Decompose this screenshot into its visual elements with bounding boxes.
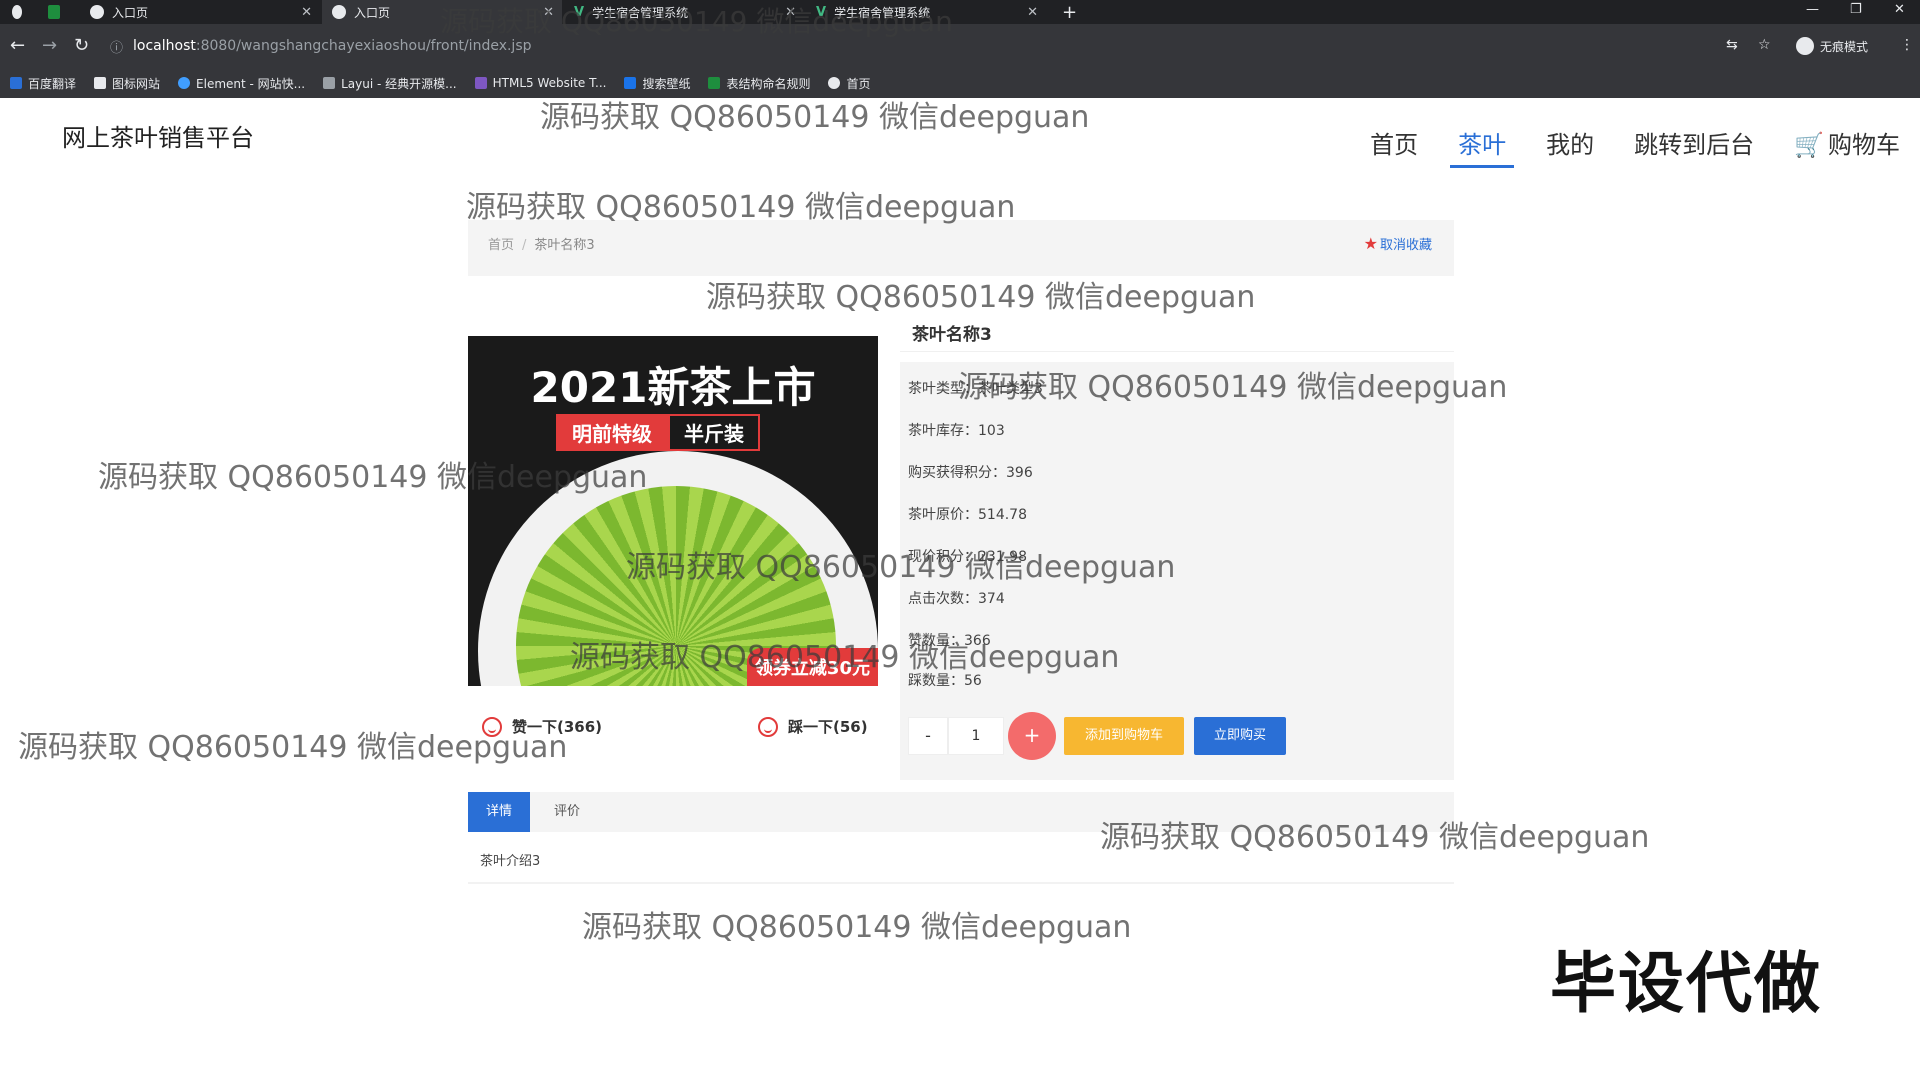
product-name: 茶叶名称3 xyxy=(912,325,992,345)
watermark-text: 源码获取 QQ86050149 微信deepguan xyxy=(958,370,1508,405)
forward-icon[interactable]: → xyxy=(42,35,57,56)
wallpaper-icon xyxy=(624,77,637,89)
bookmark-item[interactable]: HTML5 Website T... xyxy=(474,76,606,90)
watermark-text: 源码获取 QQ86050149 微信deepguan xyxy=(706,280,1256,315)
incognito-icon xyxy=(1796,37,1814,55)
quantity-input[interactable]: 1 xyxy=(948,717,1004,755)
decrease-button[interactable]: - xyxy=(908,717,948,755)
watermark-text: 源码获取 QQ86050149 微信deepguan xyxy=(540,100,1090,135)
field-price: 茶叶原价：514.78 xyxy=(908,507,1027,523)
close-tab-icon[interactable]: ✕ xyxy=(301,5,312,20)
breadcrumb-bar: 首页 / 茶叶名称3 ★ 取消收藏 xyxy=(468,220,1454,276)
smile-icon xyxy=(758,716,778,737)
watermark-text: 源码获取 QQ86050149 微信deepguan xyxy=(440,5,953,38)
watermark-text: 源码获取 QQ86050149 微信deepguan xyxy=(18,730,568,765)
detail-text: 茶叶介绍3 xyxy=(480,854,541,869)
close-tab-icon[interactable]: ✕ xyxy=(1027,5,1038,20)
breadcrumb-current: 茶叶名称3 xyxy=(534,238,595,253)
star-icon: ★ xyxy=(1363,234,1378,253)
field-points: 购买获得积分：396 xyxy=(908,465,1033,481)
globe-icon xyxy=(90,5,104,19)
info-icon: ⓘ xyxy=(110,40,124,56)
globe-icon xyxy=(828,77,841,89)
overlay-caption: 毕设代做 xyxy=(1550,945,1822,1022)
browser-tabbar: 入口页 ✕ 入口页 ✕ V 学生宿舍管理系统 ✕ V 学生宿舍管理系统 ✕ + … xyxy=(0,0,1920,24)
nav-mine[interactable]: 我的 xyxy=(1546,125,1594,166)
image-headline: 2021新茶上市 xyxy=(530,363,816,412)
flag-icon xyxy=(94,77,107,89)
main-nav: 首页 茶叶 我的 跳转到后台 🛒 购物车 xyxy=(1370,125,1900,168)
watermark-text: 源码获取 QQ86050149 微信deepguan xyxy=(570,640,1120,675)
sheets-tab-icon[interactable] xyxy=(38,0,68,24)
bookmark-item[interactable]: 图标网站 xyxy=(94,75,160,92)
bookmark-item[interactable]: Layui - 经典开源模... xyxy=(323,75,457,92)
globe-icon xyxy=(332,5,346,19)
add-to-cart-button[interactable]: 添加到购物车 xyxy=(1064,717,1184,755)
tab-detail[interactable]: 详情 xyxy=(468,792,531,832)
bookmark-item[interactable]: 搜索壁纸 xyxy=(624,75,690,92)
product-name-box: 茶叶名称3 xyxy=(900,310,1454,352)
incognito-indicator[interactable]: 无痕模式 xyxy=(1796,37,1868,55)
restore-icon[interactable]: ❐ xyxy=(1850,2,1862,17)
bookmark-item[interactable]: 百度翻译 xyxy=(10,75,76,92)
watermark-text: 源码获取 QQ86050149 微信deepguan xyxy=(466,190,1016,225)
watermark-text: 源码获取 QQ86050149 微信deepguan xyxy=(582,910,1132,945)
quantity-stepper: - 1 + 添加到购物车 立即购买 xyxy=(908,712,1286,760)
new-tab-button[interactable]: + xyxy=(1052,0,1082,24)
buy-now-button[interactable]: 立即购买 xyxy=(1194,717,1286,755)
close-window-icon[interactable]: ✕ xyxy=(1894,2,1905,17)
tab-review[interactable]: 评价 xyxy=(536,792,598,832)
back-icon[interactable]: ← xyxy=(10,35,25,56)
nav-tea[interactable]: 茶叶 xyxy=(1450,125,1515,168)
unfavorite-button[interactable]: ★ 取消收藏 xyxy=(1364,234,1432,253)
layui-icon xyxy=(323,77,336,89)
browser-menu-icon[interactable] xyxy=(0,0,30,24)
cart-icon: 🛒 xyxy=(1794,131,1824,159)
site-title: 网上茶叶销售平台 xyxy=(62,124,254,152)
address-bar: ← → ↻ ⓘ localhost :8080/wangshangchayexi… xyxy=(0,24,1920,68)
table-icon xyxy=(708,77,721,89)
increase-button[interactable]: + xyxy=(1008,712,1056,760)
watermark-text: 源码获取 QQ86050149 微信deepguan xyxy=(98,460,648,495)
nav-cart[interactable]: 🛒 购物车 xyxy=(1794,125,1900,166)
nav-home[interactable]: 首页 xyxy=(1370,125,1418,166)
menu-kebab-icon[interactable]: ⋮ xyxy=(1900,37,1914,53)
field-clicks: 点击次数：374 xyxy=(908,591,1005,607)
breadcrumb: 首页 / 茶叶名称3 xyxy=(488,238,595,253)
element-icon xyxy=(178,77,191,89)
bookmark-item[interactable]: 表结构命名规则 xyxy=(708,75,810,92)
html5-icon xyxy=(474,77,487,89)
translate-icon[interactable]: ⇆ xyxy=(1726,37,1738,53)
nav-admin[interactable]: 跳转到后台 xyxy=(1634,125,1754,166)
watermark-text: 源码获取 QQ86050149 微信deepguan xyxy=(626,550,1176,585)
watermark-text: 源码获取 QQ86050149 微信deepguan xyxy=(1100,820,1650,855)
bookmark-item[interactable]: Element - 网站快... xyxy=(178,75,305,92)
reload-icon[interactable]: ↻ xyxy=(74,35,89,56)
browser-tab-1[interactable]: 入口页 ✕ xyxy=(80,0,320,24)
breadcrumb-home[interactable]: 首页 xyxy=(488,238,514,253)
translate-icon xyxy=(10,77,22,89)
dislike-button[interactable]: 踩一下(56) xyxy=(758,716,868,737)
bookmark-star-icon[interactable]: ☆ xyxy=(1758,37,1771,53)
image-tags: 明前特级 半斤装 xyxy=(556,414,760,451)
minimize-icon[interactable]: — xyxy=(1806,2,1819,17)
bookmark-item[interactable]: 首页 xyxy=(828,75,871,92)
field-stock: 茶叶库存：103 xyxy=(908,423,1005,439)
